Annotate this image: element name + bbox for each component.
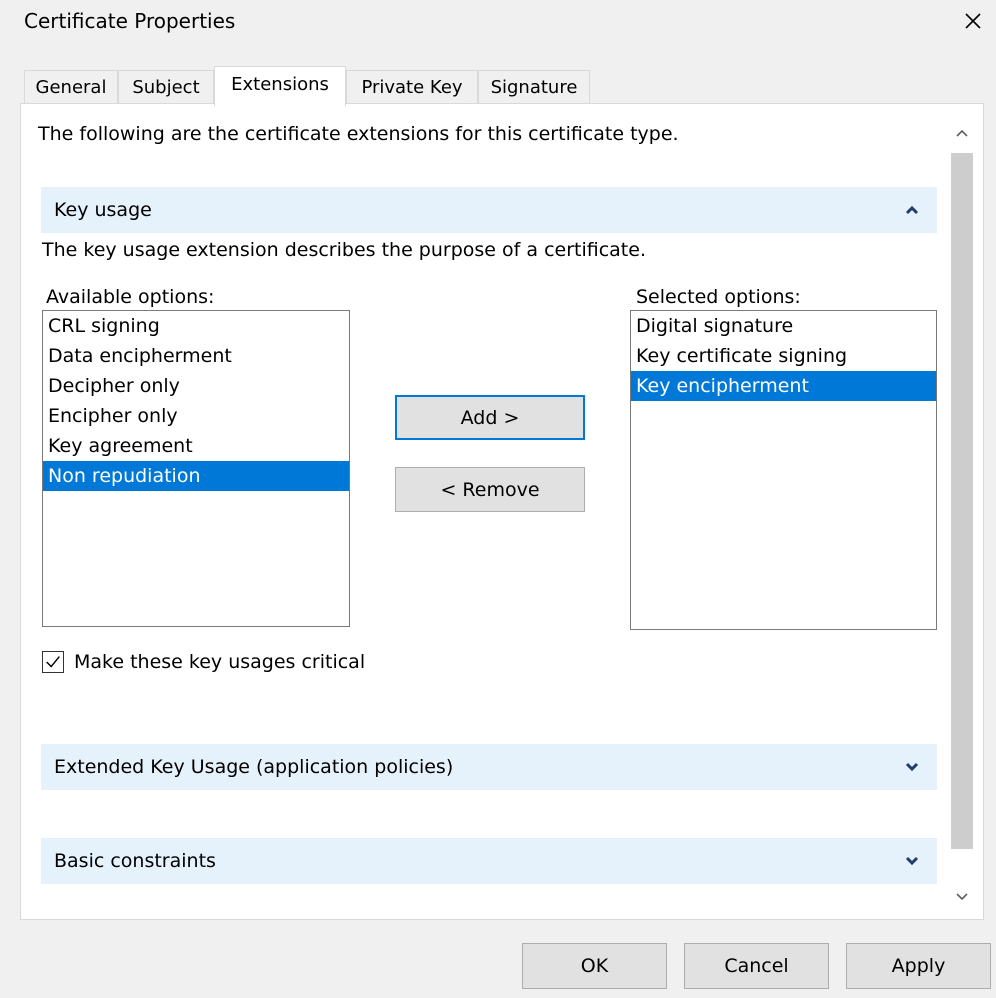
vertical-scrollbar[interactable]	[945, 115, 979, 915]
apply-button[interactable]: Apply	[846, 943, 991, 989]
list-item-selected[interactable]: Key encipherment	[631, 371, 936, 401]
dialog-title: Certificate Properties	[24, 9, 236, 33]
list-item[interactable]: Decipher only	[43, 371, 349, 401]
chevron-up-icon	[905, 205, 919, 215]
close-icon[interactable]	[958, 6, 988, 36]
selected-options-list[interactable]: Digital signature Key certificate signin…	[630, 310, 937, 630]
critical-checkbox-label[interactable]: Make these key usages critical	[74, 650, 365, 674]
section-header-basic-constraints[interactable]: Basic constraints	[41, 838, 937, 884]
list-item[interactable]: CRL signing	[43, 311, 349, 341]
available-options-label: Available options:	[46, 286, 215, 308]
tab-signature[interactable]: Signature	[478, 70, 590, 104]
extensions-intro: The following are the certificate extens…	[38, 123, 679, 145]
key-usage-description: The key usage extension describes the pu…	[42, 239, 646, 261]
add-button[interactable]: Add >	[395, 395, 585, 440]
chevron-down-icon	[905, 856, 919, 866]
section-title-key-usage: Key usage	[54, 199, 152, 221]
scroll-up-arrow-icon[interactable]	[952, 123, 972, 143]
list-item[interactable]: Data encipherment	[43, 341, 349, 371]
section-header-extended-key-usage[interactable]: Extended Key Usage (application policies…	[41, 744, 937, 790]
list-item-selected[interactable]: Non repudiation	[43, 461, 349, 491]
cancel-button[interactable]: Cancel	[684, 943, 829, 989]
list-item[interactable]: Key agreement	[43, 431, 349, 461]
selected-options-label: Selected options:	[636, 286, 801, 308]
section-title-extended-key-usage: Extended Key Usage (application policies…	[54, 756, 454, 778]
list-item[interactable]: Encipher only	[43, 401, 349, 431]
tab-general[interactable]: General	[24, 70, 118, 104]
list-item[interactable]: Key certificate signing	[631, 341, 936, 371]
critical-checkbox[interactable]	[42, 651, 64, 673]
scroll-down-arrow-icon[interactable]	[952, 887, 972, 907]
remove-button[interactable]: < Remove	[395, 467, 585, 512]
scroll-thumb[interactable]	[951, 153, 973, 849]
tab-subject[interactable]: Subject	[118, 70, 214, 104]
list-item[interactable]: Digital signature	[631, 311, 936, 341]
section-title-basic-constraints: Basic constraints	[54, 850, 216, 872]
available-options-list[interactable]: CRL signing Data encipherment Decipher o…	[42, 310, 350, 627]
tab-private-key[interactable]: Private Key	[346, 70, 478, 104]
checkmark-icon	[46, 656, 60, 668]
chevron-down-icon	[905, 762, 919, 772]
tab-extensions[interactable]: Extensions	[214, 66, 346, 106]
section-header-key-usage[interactable]: Key usage	[41, 187, 937, 233]
ok-button[interactable]: OK	[522, 943, 667, 989]
